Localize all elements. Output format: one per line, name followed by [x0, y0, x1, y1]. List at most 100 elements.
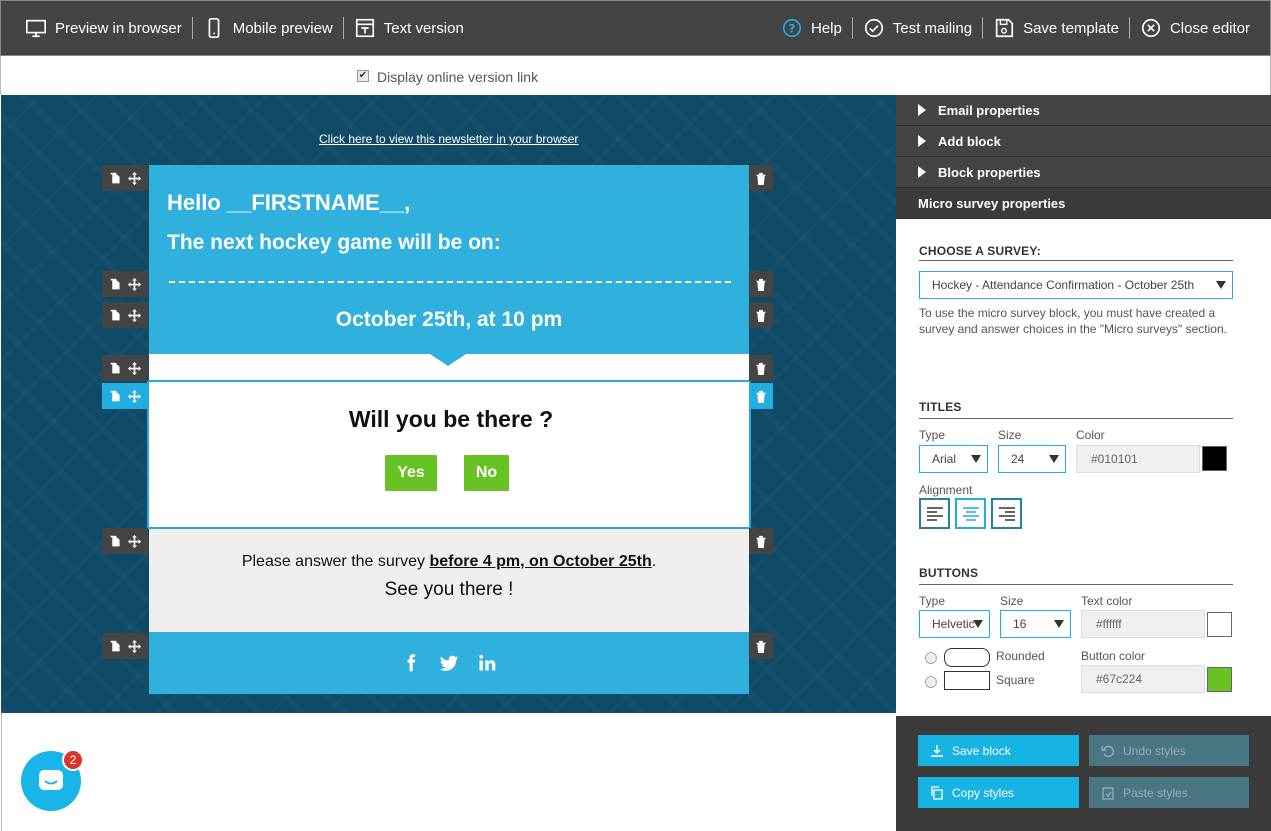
- move-icon[interactable]: [128, 277, 141, 291]
- move-icon[interactable]: [128, 534, 141, 548]
- close-editor-label: Close editor: [1169, 19, 1250, 37]
- deadline-bold: before 4 pm, on October 25th: [429, 553, 652, 570]
- accordion-label: Block properties: [938, 164, 1041, 180]
- email-body: Hello __FIRSTNAME__, The next hockey gam…: [147, 165, 751, 694]
- accordion-micro-survey-properties[interactable]: Micro survey properties: [896, 188, 1271, 219]
- save-block-button[interactable]: Save block: [918, 735, 1079, 766]
- block-handle-active[interactable]: [102, 383, 148, 409]
- undo-icon: [1101, 745, 1114, 757]
- titles-size-value: 24: [1011, 452, 1025, 466]
- online-version-label: Display online version link: [377, 69, 539, 85]
- buttons-size-select[interactable]: 16: [1000, 610, 1071, 638]
- linkedin-icon[interactable]: [477, 653, 497, 673]
- undo-styles-label: Undo styles: [1123, 743, 1186, 758]
- copy-icon[interactable]: [109, 640, 122, 653]
- move-icon[interactable]: [128, 171, 141, 185]
- titles-color-swatch[interactable]: [1202, 446, 1227, 471]
- survey-select-value: Hockey - Attendance Confirmation - Octob…: [932, 278, 1195, 292]
- copy-icon[interactable]: [109, 172, 122, 185]
- text-version-button[interactable]: Text version: [342, 17, 474, 39]
- help-button[interactable]: ? Help: [771, 17, 852, 39]
- section-divider: [919, 260, 1233, 261]
- align-right-icon: [998, 506, 1015, 521]
- accordion-add-block[interactable]: Add block: [896, 126, 1271, 157]
- close-editor-button[interactable]: Close editor: [1128, 17, 1260, 39]
- chat-notification-badge: 2: [62, 749, 84, 771]
- social-block[interactable]: [149, 632, 749, 694]
- copy-icon[interactable]: [109, 278, 122, 291]
- copy-icon[interactable]: [109, 362, 122, 375]
- save-template-button[interactable]: Save template: [982, 17, 1129, 39]
- test-mailing-button[interactable]: Test mailing: [851, 17, 982, 39]
- align-left-button[interactable]: [919, 498, 950, 529]
- yes-button[interactable]: Yes: [385, 455, 437, 491]
- accordion-label: Email properties: [938, 102, 1040, 118]
- preview-in-browser-button[interactable]: Preview in browser: [15, 17, 192, 39]
- copy-icon[interactable]: [109, 309, 122, 322]
- block-handle[interactable]: [102, 271, 148, 297]
- twitter-icon[interactable]: [439, 653, 459, 673]
- no-button[interactable]: No: [464, 455, 509, 491]
- block-handle[interactable]: [102, 355, 148, 381]
- delete-block-button[interactable]: [749, 355, 773, 381]
- delete-block-button[interactable]: [749, 633, 773, 659]
- move-icon[interactable]: [128, 639, 141, 653]
- align-right-button[interactable]: [991, 498, 1022, 529]
- delete-block-button[interactable]: [749, 271, 773, 297]
- chat-icon: [39, 770, 63, 790]
- view-in-browser-link[interactable]: Click here to view this newsletter in yo…: [319, 132, 578, 146]
- titles-color-label: Color: [1076, 428, 1105, 442]
- titles-color-input[interactable]: #010101: [1076, 445, 1200, 473]
- move-icon[interactable]: [128, 389, 141, 403]
- editor-toolbar: Preview in browser Mobile preview Text v…: [0, 0, 1271, 56]
- titles-font-select[interactable]: Arial: [919, 445, 988, 473]
- buttons-size-value: 16: [1013, 617, 1027, 631]
- paste-icon: [1102, 786, 1114, 800]
- square-label: Square: [996, 673, 1035, 687]
- undo-styles-button[interactable]: Undo styles: [1089, 735, 1249, 766]
- paste-styles-button[interactable]: Paste styles: [1089, 777, 1249, 808]
- email-canvas: Click here to view this newsletter in yo…: [1, 95, 896, 713]
- titles-color-value: #010101: [1091, 452, 1138, 466]
- buttons-text-color-input[interactable]: #ffffff: [1081, 610, 1205, 638]
- delete-block-button[interactable]: [749, 165, 773, 191]
- titles-size-select[interactable]: 24: [998, 445, 1066, 473]
- titles-type-label: Type: [919, 428, 946, 442]
- online-version-checkbox[interactable]: ✔: [357, 70, 369, 82]
- micro-survey-block[interactable]: Will you be there ? Yes No: [147, 380, 751, 529]
- accordion-block-properties[interactable]: Block properties: [896, 157, 1271, 188]
- buttons-font-select[interactable]: Helvetic: [919, 610, 990, 638]
- notes-block[interactable]: Please answer the survey before 4 pm, on…: [149, 529, 749, 632]
- square-radio[interactable]: [925, 676, 937, 688]
- mobile-preview-label: Mobile preview: [232, 19, 333, 37]
- rounded-radio[interactable]: [925, 652, 937, 664]
- copy-icon[interactable]: [109, 535, 122, 548]
- button-color-swatch[interactable]: [1207, 667, 1232, 692]
- button-color-input[interactable]: #67c224: [1081, 665, 1205, 693]
- survey-select[interactable]: Hockey - Attendance Confirmation - Octob…: [919, 271, 1233, 299]
- align-center-button[interactable]: [955, 498, 986, 529]
- monitor-icon: [26, 19, 46, 38]
- mobile-preview-button[interactable]: Mobile preview: [191, 17, 343, 39]
- delete-block-button[interactable]: [749, 302, 773, 328]
- header-block[interactable]: Hello __FIRSTNAME__, The next hockey gam…: [149, 165, 749, 354]
- copy-icon[interactable]: [109, 390, 122, 403]
- delete-block-button[interactable]: [749, 528, 773, 554]
- facebook-icon[interactable]: [401, 653, 421, 673]
- toolbar-left: Preview in browser Mobile preview Text v…: [15, 17, 474, 39]
- accordion-email-properties[interactable]: Email properties: [896, 95, 1271, 126]
- chevron-down-icon: [1054, 620, 1064, 628]
- spacer-block[interactable]: [149, 354, 749, 380]
- deadline-suffix: .: [651, 553, 657, 570]
- block-handle[interactable]: [102, 302, 148, 328]
- copy-styles-button[interactable]: Copy styles: [918, 777, 1079, 808]
- move-icon[interactable]: [128, 308, 141, 322]
- buttons-text-color-swatch[interactable]: [1207, 612, 1232, 637]
- block-handle[interactable]: [102, 528, 148, 554]
- block-handle[interactable]: [102, 165, 148, 191]
- titles-size-label: Size: [998, 428, 1022, 442]
- move-icon[interactable]: [128, 361, 141, 375]
- delete-block-button-active[interactable]: [749, 383, 773, 409]
- block-handle[interactable]: [102, 633, 148, 659]
- preview-in-browser-label: Preview in browser: [55, 19, 182, 37]
